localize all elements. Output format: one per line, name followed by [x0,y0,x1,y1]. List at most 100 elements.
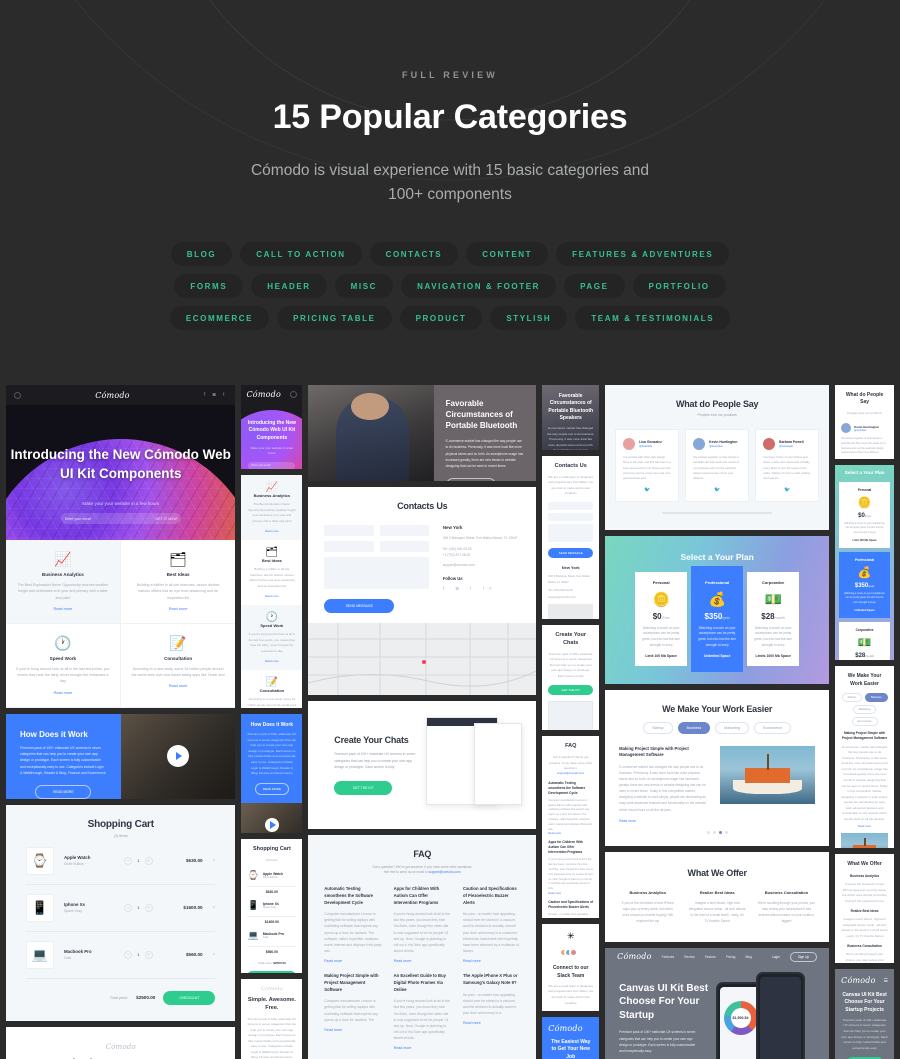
qty-plus-button[interactable]: + [144,950,153,959]
preview-mobile-simple-awesome[interactable]: Cómodo Simple. Awesome. Free. Premium pa… [241,978,303,1059]
bluetooth-view-more-button[interactable]: VIEW MORE [445,477,496,481]
twitter-icon[interactable]: 🐦 [693,487,741,493]
category-tag-ecommerce[interactable]: ECOMMERCE [169,305,270,330]
preview-mobile-cart[interactable]: Shopping Cart (3) Items ⌚ Apple Watch Si… [241,839,303,973]
email-input[interactable] [324,541,374,552]
qty-minus-button[interactable]: − [124,950,133,959]
feature-card[interactable]: 🗂 Best Ideas Building a fulfiller in all… [241,540,302,605]
list-item[interactable]: 💻 Macbook Pro Gold [247,930,297,947]
remove-item-icon[interactable]: × [213,952,216,958]
pricing-plan-personal[interactable]: Personal 🪙 $0/Free Watching a movie on y… [635,571,688,666]
category-tag-features-adventures[interactable]: FEATURES & ADVENTURES [556,241,730,266]
hdw-video-thumbnail[interactable] [241,802,303,834]
preview-mobile-how-it-works[interactable]: How Does it Work Premium pack of 100+ el… [241,714,303,834]
preview-what-we-offer[interactable]: What We Offer Business Analytics If you'… [605,851,830,942]
pricing-plan-professional[interactable]: Professional 💰 $350/year Watching a movi… [691,565,744,672]
category-tag-misc[interactable]: MISC [334,273,394,298]
pricing-plan-corporative[interactable]: Corporative 💵 $28/month Watching a movie… [747,571,800,666]
feature-card[interactable]: 📝 Consultation According to a new study,… [120,624,236,708]
nav-features[interactable]: Features [662,955,675,959]
category-tag-contacts[interactable]: CONTACTS [369,241,459,266]
preview-contacts[interactable]: Contacts Us SEND MESSAGE New York 300 S … [308,487,537,695]
nav-blog[interactable]: Blog [745,955,751,959]
tab-ecommerce[interactable]: Ecommerce [754,721,792,734]
remove-item-icon[interactable]: × [213,905,216,911]
social-icons[interactable]: f ◙ t in [443,586,520,592]
qty-plus-button[interactable]: + [144,856,153,865]
faq-item[interactable]: An Excellent Guide to Buy Digital Photo … [394,973,451,1050]
category-tag-pricing-table[interactable]: PRICING TABLE [277,305,392,330]
category-tag-header[interactable]: HEADER [251,273,327,298]
faq-item[interactable]: Caution and Specifications of Piezoelect… [548,900,593,919]
preview-testimonials[interactable]: What do People Say Peoples love our prod… [605,385,830,530]
tab-startup[interactable]: Startup [841,692,862,702]
category-tag-product[interactable]: PRODUCT [399,305,483,330]
feature-link[interactable]: Read more [247,529,296,533]
carousel-dots[interactable] [619,830,815,834]
list-item[interactable]: ⌚ Apple Watch Silver Edition [247,870,297,887]
send-message-button[interactable]: SEND MESSAGE [548,547,594,558]
preview-mobile-slack[interactable]: ✳ Connect to our Slack Team We are a sma… [542,924,600,1011]
preview-hero-screen[interactable]: Cómodo f ◙ t Introducing the New Cómodo … [6,385,236,708]
category-tag-navigation-footer[interactable]: NAVIGATION & FOOTER [401,273,557,298]
faq-read-more[interactable]: Read more [548,892,593,895]
feature-link[interactable]: Read more [247,659,296,663]
tab-marketing[interactable]: Marketing [715,721,750,734]
category-tag-stylish[interactable]: STYLISH [490,305,568,330]
table-row[interactable]: 💻 Macbook Pro Gold − 1 + $560.00 × [26,932,216,979]
faq-support-email[interactable]: support@comodo.com [548,772,593,775]
faq-item[interactable]: Making Project Simple with Project Manag… [324,973,381,1050]
quantity-stepper[interactable]: − 1 + [124,903,153,912]
email-input[interactable] [548,512,594,521]
hdw-read-more-button[interactable]: READ MORE [254,782,289,795]
faq-item[interactable]: Apps for Children With Autism Can Offer … [394,886,451,963]
preview-pricing[interactable]: Select a Your Plan Personal 🪙 $0/Free Wa… [605,535,830,684]
contacts-map[interactable] [548,603,594,619]
work-easier-read-more[interactable]: Read more [619,819,708,823]
play-icon[interactable] [264,817,279,832]
chats-get-kit-button[interactable]: GET THE KIT [548,685,594,696]
preview-shopping-cart[interactable]: Shopping Cart (3) Items ⌚ Apple Watch Si… [6,804,236,1021]
preview-mobile-hero[interactable]: Cómodo Introducing the New Cómodo Web UI… [241,385,303,469]
tab-business[interactable]: Business [865,692,888,702]
pricing-plan-professional[interactable]: Professional 💰 $350/year Watching a movi… [839,552,890,619]
feature-card[interactable]: 🕐 Speed Work If your're hung around look… [6,623,121,708]
offer-card[interactable]: Realize Best Ideas Imagine a tech bloom,… [688,890,746,924]
preview-how-it-works[interactable]: How Does it Work Premium pack of 100+ el… [6,713,236,799]
feature-card[interactable]: 📝 Consultation According to a new study,… [241,670,302,709]
faq-read-more[interactable]: Read more [548,832,593,835]
play-icon[interactable] [167,745,190,768]
menu-icon[interactable] [290,391,298,398]
checkout-button[interactable]: CHECKOUT [247,970,297,973]
preview-bluetooth-hero[interactable]: Favorable Circumstances of Portable Blue… [308,385,537,481]
preview-canvas-kit[interactable]: Cómodo Features Review Feature Pricing B… [605,947,830,1059]
message-input[interactable] [548,523,594,542]
hdw-read-more-button[interactable]: READ MORE [35,785,92,799]
table-row[interactable]: 📱 Iphone Xs Space Gray − 1 + $1600.00 × [26,885,216,932]
faq-item[interactable]: The Apple iPhone X Plus or Samsung's Gal… [463,973,520,1050]
faq-read-more[interactable]: Read more [463,959,520,963]
preview-mobile-what-we-offer[interactable]: What We Offer Business Analytics If you'… [835,853,894,964]
message-input[interactable] [324,557,429,589]
first-name-input[interactable] [548,501,594,510]
nav-feature[interactable]: Feature [705,955,716,959]
testimonial-card[interactable]: Kevin Huntington @kevindev We worked tog… [685,429,750,502]
faq-item[interactable]: Automatic Testing smoothens the Software… [324,886,381,963]
list-item[interactable]: 📱 Iphone Xs Space Gray [247,900,297,917]
preview-mobile-features[interactable]: 📈 Business Analytics The Best Exploratio… [241,474,303,709]
category-tag-portfolio[interactable]: PORTFOLIO [632,273,726,298]
faq-read-more[interactable]: Read more [463,1021,520,1025]
faq-item[interactable]: Apps for Children With Autism Can Offer … [548,840,593,894]
preview-mobile-canvas-kit[interactable]: Cómodo ☰ Canvas UI Kit Best Choose For Y… [835,969,894,1059]
quantity-stepper[interactable]: − 1 + [124,950,153,959]
offer-card[interactable]: Business Consultation We're scrolling th… [758,890,815,924]
category-tag-forms[interactable]: FORMS [174,273,244,298]
category-tag-page[interactable]: PAGE [564,273,625,298]
faq-item[interactable]: Caution and Specifications of Piezoelect… [463,886,520,963]
faq-support-email[interactable]: support@comodo.com [428,870,460,874]
preview-faq[interactable]: FAQ Got a question? We've got answers. I… [308,835,537,1059]
carousel-dot[interactable] [712,830,716,834]
contacts-email[interactable]: support@comodo.com [548,596,593,599]
contacts-email[interactable]: support@comodo.com [443,563,520,567]
feature-link[interactable]: Read more [247,594,296,598]
